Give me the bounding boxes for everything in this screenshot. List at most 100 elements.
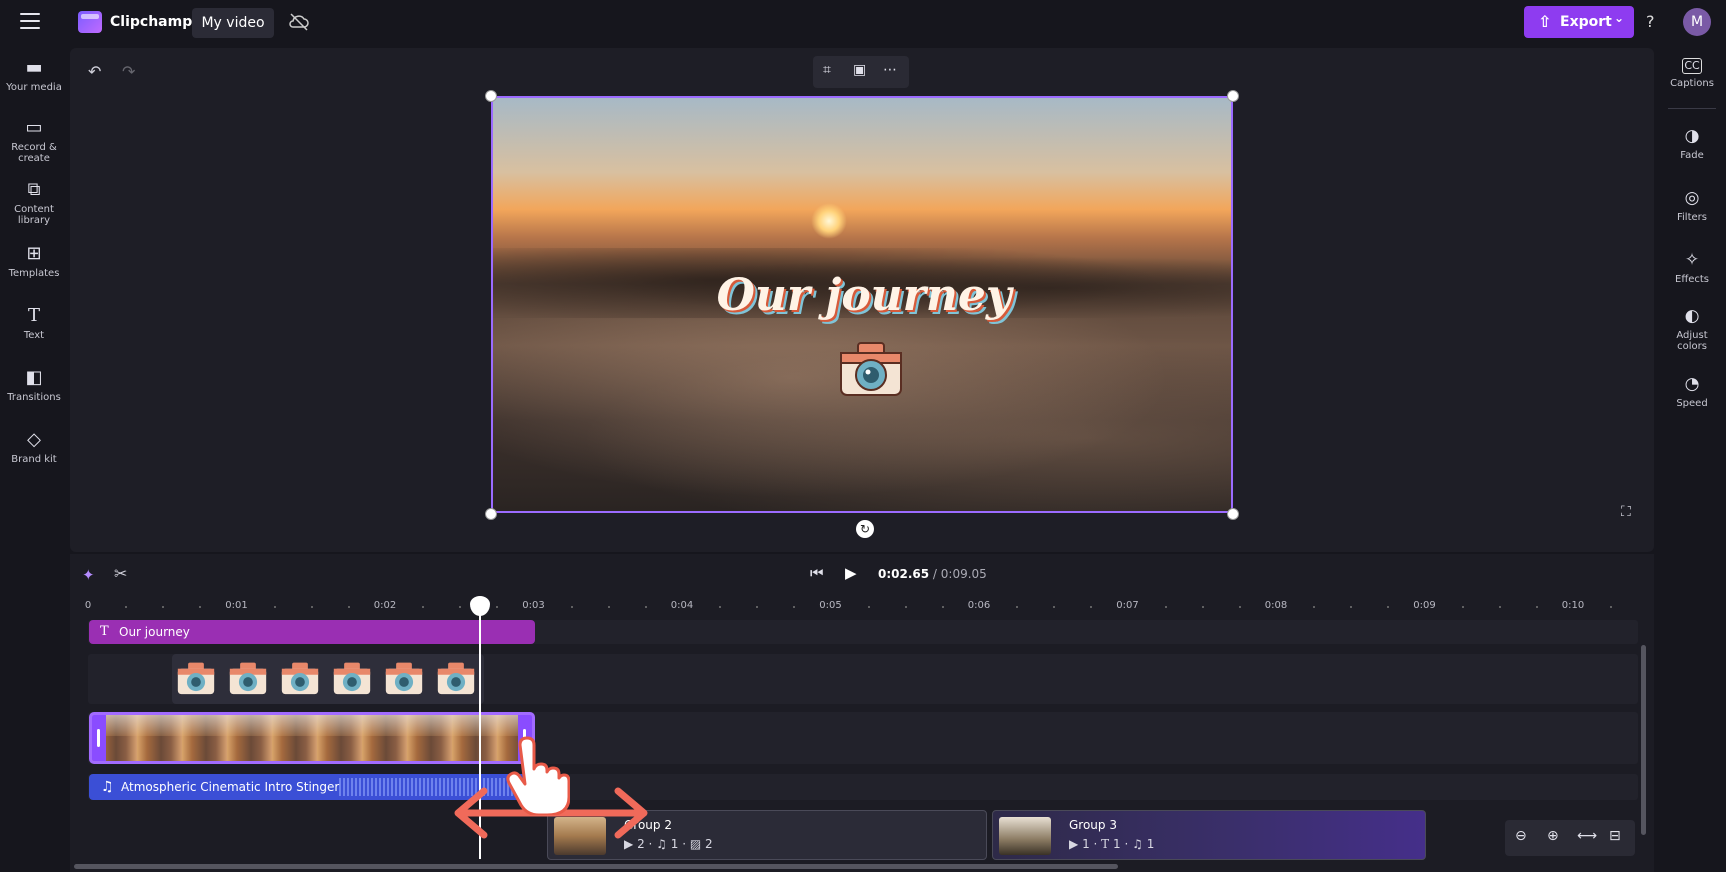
divider: [1668, 108, 1716, 109]
crop-icon[interactable]: ⌗: [823, 62, 831, 78]
ruler-tick: [125, 606, 128, 608]
ruler-tick: [1610, 606, 1613, 608]
cloud-off-icon[interactable]: [288, 12, 310, 32]
nav-label: Record & create: [11, 142, 57, 164]
rotate-icon[interactable]: ↻: [856, 520, 874, 538]
undo-icon[interactable]: ↶: [88, 62, 101, 81]
nav-label: Effects: [1675, 274, 1709, 285]
preview-toolbar: ⌗ ▣ ⋯: [813, 56, 909, 88]
zoom-out-icon[interactable]: ⊖: [1515, 828, 1527, 844]
ruler-tick: [1164, 606, 1167, 608]
nav-label: Brand kit: [11, 454, 57, 465]
horizontal-scrollbar[interactable]: [74, 864, 1118, 869]
nav-templates[interactable]: ⊞ Templates: [0, 244, 68, 280]
ruler-label: 0: [84, 600, 92, 611]
duration: 0:09.05: [940, 567, 987, 581]
group-3-clip[interactable]: Group 3 ▶ 1 · T 1 · ♫ 1: [992, 810, 1426, 860]
camera-sticker-thumb-icon: [385, 662, 423, 695]
ruler-label: 0:07: [1116, 600, 1139, 611]
ruler-tick: [310, 606, 313, 608]
ruler-tick: [273, 606, 276, 608]
zoom-controls: ⊖ ⊕ ⟷ ⊟: [1505, 820, 1635, 856]
nav-label: Adjust colors: [1676, 330, 1708, 352]
nav-text[interactable]: T Text: [0, 306, 68, 342]
ruler-tick: [496, 606, 499, 608]
resize-handle-bottom-right[interactable]: [1227, 508, 1239, 520]
menu-icon[interactable]: [20, 13, 40, 29]
image-count: 2: [705, 837, 713, 851]
ruler-label: 0:03: [522, 600, 545, 611]
nav-label: Fade: [1680, 150, 1704, 161]
ruler-tick: [1461, 606, 1464, 608]
camera-sticker-thumb-icon: [281, 662, 319, 695]
group-meta: ▶ 1 · T 1 · ♫ 1: [1069, 837, 1155, 851]
current-time: 0:02.65: [878, 567, 930, 581]
ruler-tick: [570, 606, 573, 608]
ruler-label: 0:02: [373, 600, 397, 611]
nav-label: Transitions: [7, 392, 61, 403]
nav-filters[interactable]: ◎ Filters: [1658, 188, 1726, 223]
group-name: Group 3: [1069, 818, 1117, 832]
nav-fade[interactable]: ◑ Fade: [1658, 126, 1726, 161]
text-clip[interactable]: Our journey: [89, 620, 535, 644]
ruler-tick: [1090, 606, 1093, 608]
sun: [811, 203, 847, 239]
project-name-field[interactable]: My video: [192, 8, 274, 38]
nav-speed[interactable]: ◔ Speed: [1658, 374, 1726, 409]
resize-handle-top-left[interactable]: [485, 90, 497, 102]
nav-label: Your media: [6, 82, 62, 93]
scissors-icon[interactable]: ✂: [114, 564, 127, 583]
ai-sparkle-icon[interactable]: ✦: [82, 566, 95, 584]
avatar[interactable]: M: [1683, 8, 1711, 36]
nav-record-create[interactable]: ▭ Record & create: [0, 118, 68, 165]
fullscreen-icon[interactable]: ⛶: [1621, 504, 1631, 520]
fit-timeline-icon[interactable]: ⟷: [1577, 828, 1597, 844]
time-separator: /: [929, 567, 941, 581]
effects-icon: ✧: [1684, 250, 1700, 270]
trim-handle-left[interactable]: [92, 715, 106, 761]
nav-label: Templates: [8, 268, 60, 279]
ruler-tick: [941, 606, 944, 608]
nav-adjust-colors[interactable]: ◐ Adjust colors: [1658, 306, 1726, 352]
ruler-label: 0:01: [225, 600, 248, 611]
nav-label: Filters: [1677, 212, 1707, 223]
video-clip[interactable]: [89, 712, 535, 764]
fit-icon[interactable]: ▣: [853, 62, 866, 78]
nav-transitions[interactable]: ◧ Transitions: [0, 368, 68, 404]
library-icon: ⧉: [27, 179, 41, 200]
redo-icon[interactable]: ↷: [122, 62, 135, 81]
text-count-icon: T: [1101, 837, 1110, 851]
skip-back-icon[interactable]: ⏮: [810, 564, 824, 582]
help-icon[interactable]: ?: [1646, 12, 1655, 31]
nav-effects[interactable]: ✧ Effects: [1658, 250, 1726, 285]
nav-label: Captions: [1670, 78, 1714, 89]
ruler-tick: [1016, 606, 1019, 608]
resize-handle-bottom-left[interactable]: [485, 508, 497, 520]
adjust-colors-icon: ◐: [1684, 306, 1700, 326]
overlay-title[interactable]: Our journey: [493, 270, 1231, 321]
play-icon[interactable]: ▶: [845, 564, 857, 582]
vertical-scrollbar[interactable]: [1641, 645, 1646, 835]
more-icon[interactable]: ⋯: [883, 62, 897, 78]
sticker-clip[interactable]: [172, 654, 484, 704]
zoom-in-icon[interactable]: ⊕: [1547, 828, 1559, 844]
ruler-tick: [904, 606, 907, 608]
add-track-icon[interactable]: ⊟: [1609, 828, 1621, 844]
audio-count: 1: [670, 837, 679, 851]
camera-sticker-thumb-icon: [229, 662, 267, 695]
resize-handle-top-right[interactable]: [1227, 90, 1239, 102]
camera-sticker-icon[interactable]: [838, 341, 904, 399]
folder-icon: ▬: [25, 57, 43, 78]
export-button[interactable]: Export: [1524, 2, 1634, 38]
ruler-tick: [644, 606, 647, 608]
nav-captions[interactable]: CC Captions: [1658, 58, 1726, 89]
video-preview[interactable]: Our journey: [491, 96, 1233, 513]
nav-your-media[interactable]: ▬ Your media: [0, 57, 68, 94]
nav-brand-kit[interactable]: ◇ Brand kit: [0, 430, 68, 466]
video-count-icon: ▶: [1069, 837, 1079, 851]
camera-sticker-thumb-icon: [333, 662, 371, 695]
nav-content-library[interactable]: ⧉ Content library: [0, 179, 68, 227]
time-ruler[interactable]: 0 0:01 0:02 0:03 0:04 0:05 0:06 0:07 0:08 0:09 0:1…: [70, 596, 1650, 616]
ruler-tick: [1313, 606, 1316, 608]
ruler-tick: [1238, 606, 1241, 608]
